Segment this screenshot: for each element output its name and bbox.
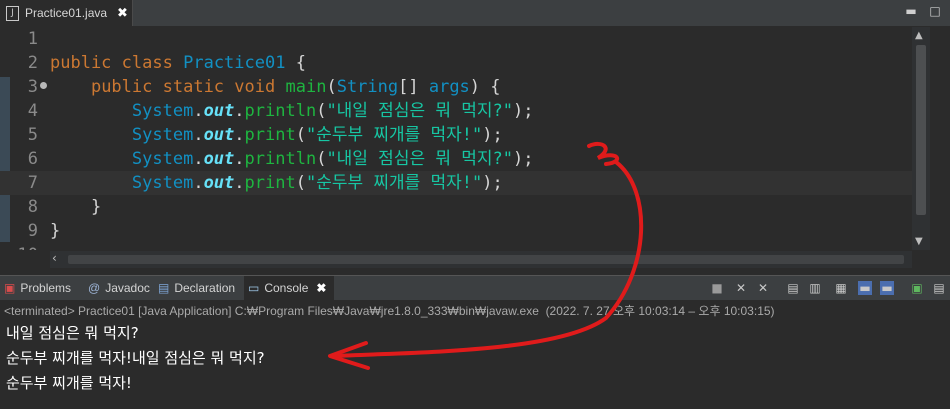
arrow-line xyxy=(333,160,644,358)
red-arrow-annotation xyxy=(328,141,644,370)
brace-mark xyxy=(587,141,620,166)
